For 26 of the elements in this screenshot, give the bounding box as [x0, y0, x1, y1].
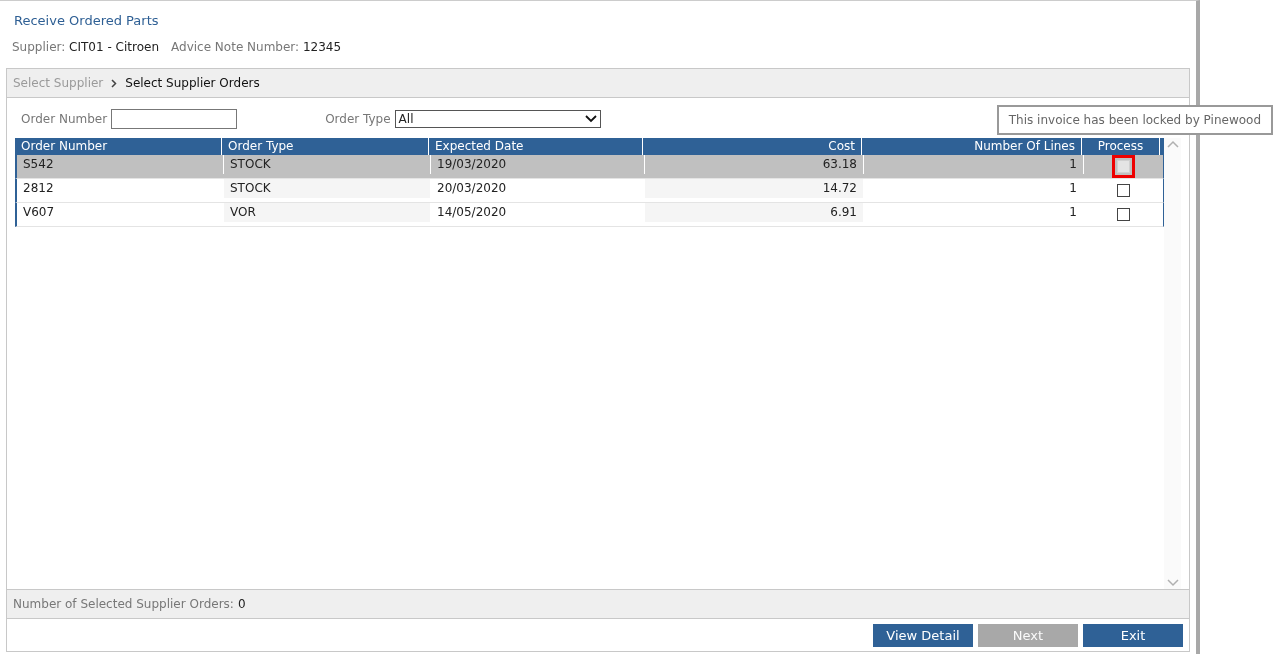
table-row[interactable]: S542 STOCK 19/03/2020 63.18 1 [15, 155, 1165, 179]
order-type-label: Order Type [325, 112, 391, 126]
tooltip: This invoice has been locked by Pinewood [996, 105, 1273, 135]
order-number-field[interactable] [111, 109, 238, 129]
summary-value: 0 [237, 597, 246, 611]
footer-button[interactable]: View Detail [873, 624, 973, 647]
info-label: Supplier: [12, 40, 66, 54]
process-checkbox[interactable] [1116, 208, 1130, 221]
table-row[interactable]: 2812 STOCK 20/03/2020 14.72 1 [15, 179, 1165, 203]
info-value: CIT01 - Citroen [69, 40, 159, 54]
process-checkbox[interactable] [1116, 184, 1130, 197]
footer-button[interactable]: Exit [1083, 624, 1183, 647]
chevron-down-icon [584, 115, 597, 123]
order-type-dropdown[interactable]: All [394, 110, 601, 128]
info-value: 12345 [302, 40, 342, 54]
table-cell: 6.91 [645, 203, 864, 222]
breadcrumb-item[interactable]: Select Supplier Orders [125, 76, 260, 90]
table-cell: 14.72 [645, 179, 864, 198]
summary-label: Number of Selected Supplier Orders: [13, 597, 234, 611]
chevron-right-icon [111, 78, 118, 88]
table-cell: VOR [224, 203, 431, 222]
info-label: Advice Note Number: [171, 40, 300, 54]
table-row[interactable]: V607 VOR 14/05/2020 6.91 1 [15, 203, 1165, 227]
table-cell: STOCK [224, 179, 431, 198]
page-title: Receive Ordered Parts [13, 12, 160, 28]
order-number-label: Order Number [21, 112, 108, 126]
